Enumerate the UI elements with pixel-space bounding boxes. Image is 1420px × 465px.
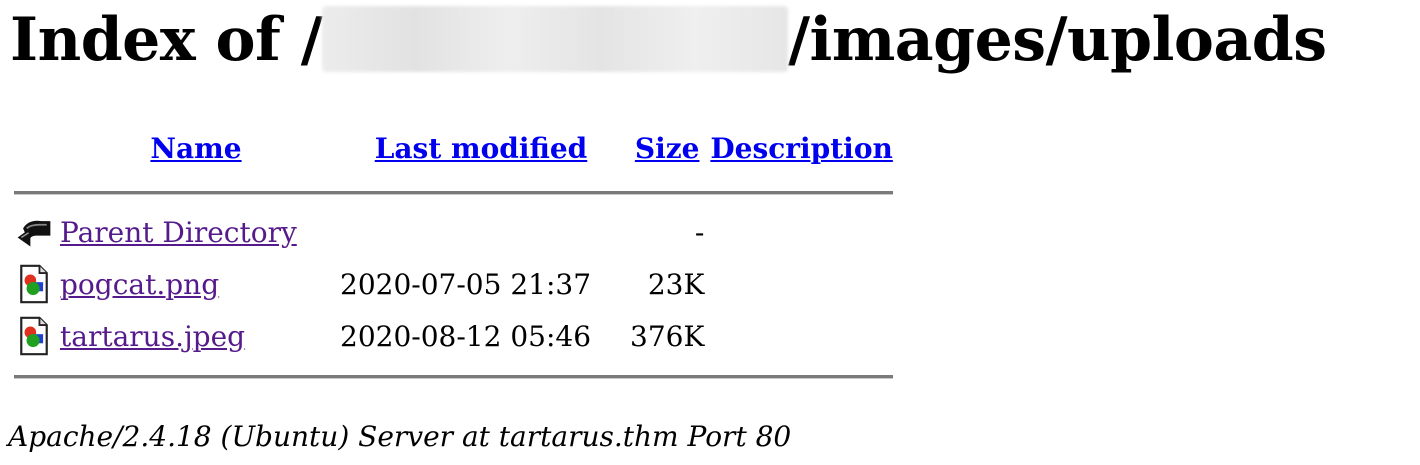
table-row: Parent Directory - — [14, 206, 893, 258]
last-modified-cell — [338, 206, 624, 258]
icon-column-header — [14, 118, 54, 178]
list-item-link[interactable]: pogcat.png — [60, 268, 219, 301]
top-separator-row — [14, 178, 893, 206]
size-cell: - — [694, 215, 705, 249]
name-column-header: Name — [60, 118, 332, 178]
table-row: pogcat.png 2020-07-05 21:37 23K — [14, 258, 893, 310]
last-modified-cell: 2020-08-12 05:46 — [340, 319, 592, 353]
directory-listing-table: Name Last modified Size Description Pare… — [8, 118, 899, 390]
list-item-link[interactable]: Parent Directory — [60, 216, 297, 249]
image-file-icon — [14, 264, 54, 304]
sort-by-description-link[interactable]: Description — [710, 132, 892, 165]
sort-by-name-link[interactable]: Name — [150, 132, 241, 165]
list-item-link[interactable]: tartarus.jpeg — [60, 320, 245, 353]
redacted-path-segment — [322, 6, 789, 72]
last-modified-cell: 2020-07-05 21:37 — [340, 267, 592, 301]
page-title-prefix: Index of / — [10, 5, 323, 75]
table-row: tartarus.jpeg 2020-08-12 05:46 376K — [14, 310, 893, 362]
description-column-header: Description — [710, 118, 892, 178]
table-header-row: Name Last modified Size Description — [14, 118, 892, 178]
page-title: Index of / /images/uploads — [10, 0, 1327, 80]
last-modified-column-header: Last modified — [338, 118, 624, 178]
size-column-header: Size — [630, 118, 704, 178]
description-cell — [710, 258, 892, 310]
server-signature: Apache/2.4.18 (Ubuntu) Server at tartaru… — [8, 420, 792, 453]
back-arrow-icon — [14, 212, 54, 252]
image-file-icon — [14, 316, 54, 356]
sort-by-size-link[interactable]: Size — [635, 132, 700, 165]
size-cell: 23K — [647, 267, 705, 301]
page-title-suffix: /images/uploads — [788, 5, 1327, 75]
size-cell: 376K — [630, 319, 705, 353]
bottom-separator-row — [14, 362, 893, 390]
description-cell — [710, 310, 892, 362]
top-divider — [14, 190, 893, 194]
sort-by-last-modified-link[interactable]: Last modified — [375, 132, 588, 165]
description-cell — [710, 206, 892, 258]
bottom-divider — [14, 374, 893, 378]
